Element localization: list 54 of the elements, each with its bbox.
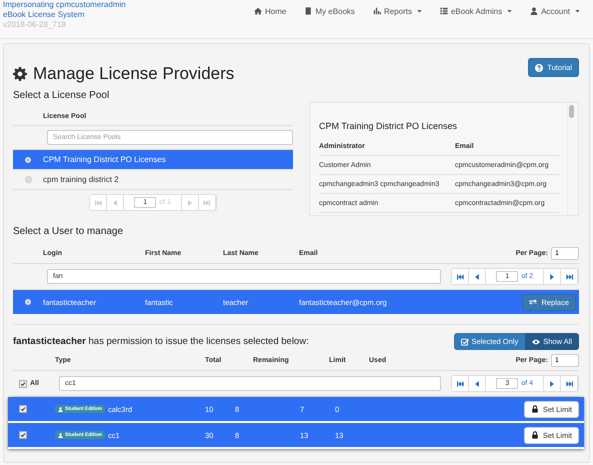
- last-page-icon: [566, 380, 572, 386]
- previous-icon: [475, 274, 480, 280]
- first-page-icon: [456, 380, 464, 386]
- user-icon: [530, 7, 538, 15]
- impersonation-text: Impersonating cpmcustomeradmin: [3, 0, 126, 10]
- lock-icon: [530, 431, 539, 439]
- page-title: Manage License Providers: [33, 64, 234, 84]
- nav-link[interactable]: My eBooks: [295, 4, 364, 18]
- first-page-icon: [94, 200, 102, 206]
- caret-icon: [416, 10, 422, 12]
- system-link[interactable]: eBook License System: [3, 10, 126, 20]
- section-heading: fantasticteacher has permission to issue the licenses selected below:: [13, 336, 309, 347]
- bar-chart-icon: [372, 7, 381, 15]
- next-icon: [550, 274, 554, 280]
- book-icon: [304, 7, 312, 15]
- radio-button[interactable]: [25, 299, 31, 305]
- list-icon: [440, 7, 448, 15]
- pool-name: cpm training district 2: [43, 175, 119, 184]
- pool-row[interactable]: cpm training district 2: [13, 170, 293, 190]
- settings-icon: [13, 67, 27, 81]
- home-icon: [254, 7, 262, 15]
- next-icon: [188, 200, 192, 206]
- last-page-icon: [566, 274, 572, 280]
- help-icon: [535, 64, 544, 72]
- next-icon: [550, 380, 554, 386]
- checkbox[interactable]: [19, 405, 27, 413]
- user-icon: [58, 406, 63, 412]
- first-page-button[interactable]: [452, 269, 470, 284]
- version-text: v2018-06-28_718: [3, 20, 67, 30]
- caret-icon: [507, 10, 512, 12]
- first-page-button[interactable]: [452, 376, 470, 391]
- nav-link[interactable]: Reports: [364, 4, 431, 18]
- pool-name: CPM Training District PO Licenses: [43, 155, 166, 164]
- lock-icon: [530, 405, 539, 413]
- section-heading: Select a User to manage: [13, 226, 124, 237]
- section-heading: Select a License Pool: [13, 90, 110, 101]
- checkbox[interactable]: [19, 380, 27, 388]
- last-page-icon: [203, 200, 210, 206]
- swap-arrows-icon: [529, 298, 538, 306]
- checkbox[interactable]: [19, 431, 27, 439]
- first-page-icon: [456, 274, 464, 280]
- card-title: CPM Training District PO Licenses: [319, 121, 458, 131]
- previous-icon: [113, 200, 118, 206]
- checkbox-icon: [460, 338, 469, 346]
- eye-icon: [532, 338, 540, 346]
- caret-icon: [575, 10, 580, 12]
- nav-link[interactable]: eBook Admins: [430, 4, 522, 18]
- radio-button[interactable]: [24, 176, 32, 183]
- nav-link[interactable]: Home: [245, 4, 296, 18]
- user-icon: [58, 432, 63, 438]
- nav-link[interactable]: Account: [521, 4, 589, 18]
- pool-row[interactable]: CPM Training District PO Licenses: [13, 150, 293, 170]
- previous-icon: [475, 380, 480, 386]
- radio-button[interactable]: [25, 156, 31, 162]
